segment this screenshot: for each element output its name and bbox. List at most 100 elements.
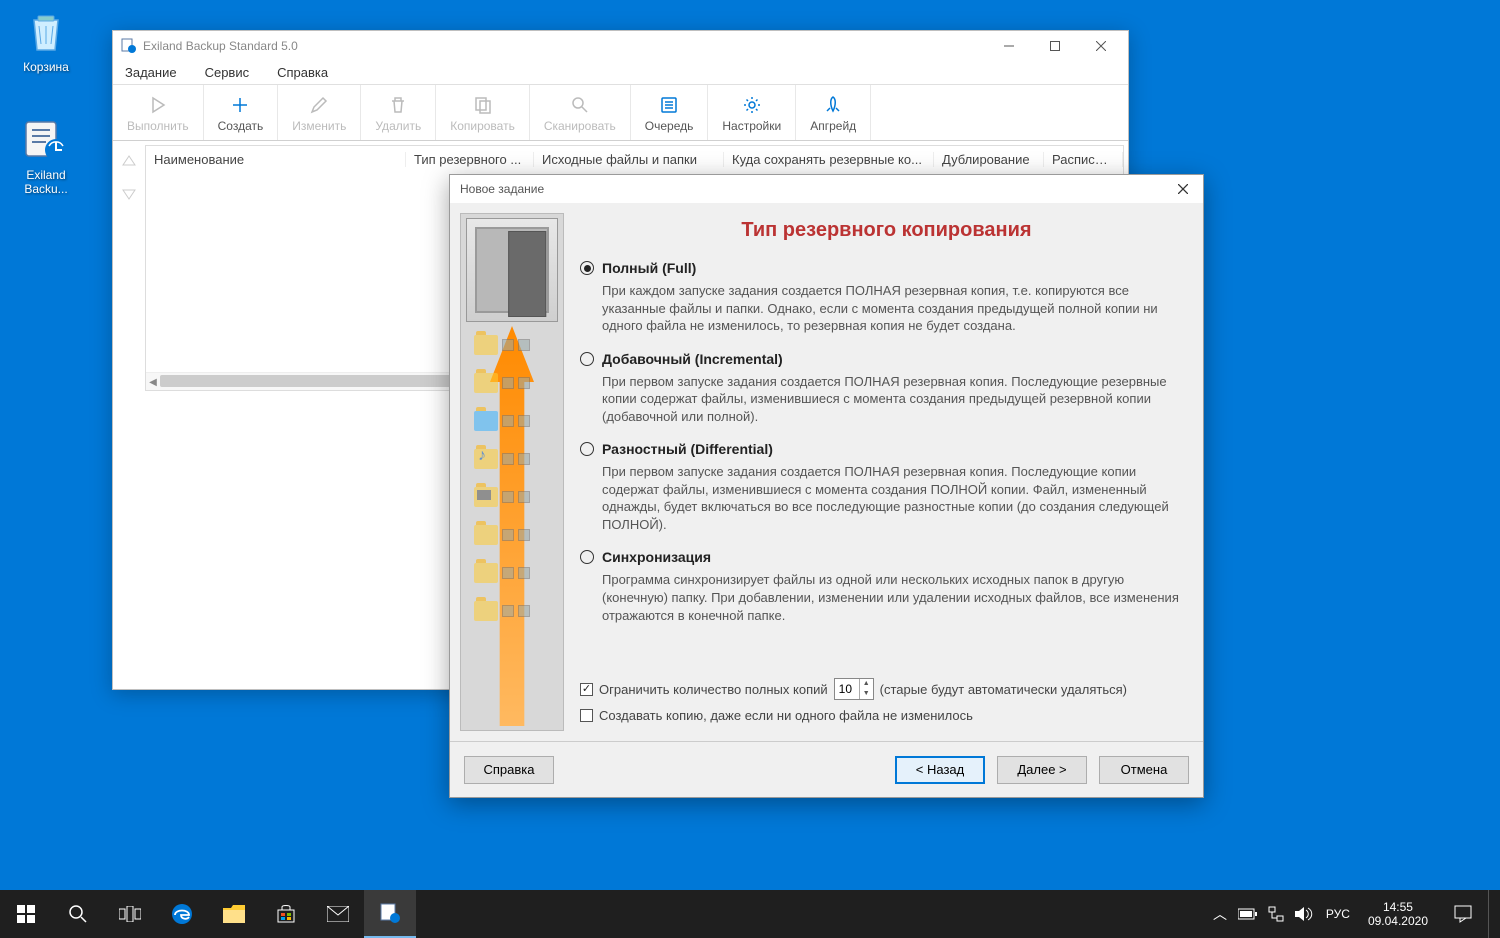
tray-notifications[interactable] bbox=[1438, 890, 1488, 938]
copy-icon bbox=[473, 93, 493, 117]
radio-full[interactable] bbox=[580, 261, 594, 275]
tray-clock[interactable]: 14:55 09.04.2020 bbox=[1358, 900, 1438, 929]
tray-language[interactable]: РУС bbox=[1318, 890, 1358, 938]
radio-sync[interactable] bbox=[580, 550, 594, 564]
show-desktop[interactable] bbox=[1488, 890, 1494, 938]
toolbar-queue[interactable]: Очередь bbox=[631, 85, 709, 140]
recycle-bin-icon bbox=[22, 8, 70, 56]
limit-spinner[interactable]: ▲▼ bbox=[834, 678, 874, 700]
list-icon bbox=[659, 93, 679, 117]
cancel-button[interactable]: Отмена bbox=[1099, 756, 1189, 784]
toolbar-scan[interactable]: Сканировать bbox=[530, 85, 631, 140]
taskbar-edge[interactable] bbox=[156, 890, 208, 938]
col-type[interactable]: Тип резервного ... bbox=[406, 152, 534, 167]
titlebar[interactable]: Exiland Backup Standard 5.0 bbox=[113, 31, 1128, 61]
scroll-left-icon[interactable]: ◀ bbox=[146, 373, 160, 391]
dialog-heading: Тип резервного копирования bbox=[580, 219, 1193, 242]
menubar: Задание Сервис Справка bbox=[113, 61, 1128, 85]
toolbar-create[interactable]: Создать bbox=[204, 85, 279, 140]
radio-incremental-label[interactable]: Добавочный (Incremental) bbox=[602, 351, 783, 367]
move-down-icon[interactable] bbox=[120, 184, 138, 207]
clock-date: 09.04.2020 bbox=[1368, 914, 1428, 928]
tray-chevron-icon[interactable]: ︿ bbox=[1206, 890, 1234, 938]
desktop-icon-recycle-bin[interactable]: Корзина bbox=[8, 8, 84, 74]
option-incremental: Добавочный (Incremental) При первом запу… bbox=[580, 351, 1193, 426]
toolbar-upgrade[interactable]: Апгрейд bbox=[796, 85, 871, 140]
toolbar-copy[interactable]: Копировать bbox=[436, 85, 530, 140]
taskbar-taskview[interactable] bbox=[104, 890, 156, 938]
maximize-button[interactable] bbox=[1032, 31, 1078, 61]
move-up-icon[interactable] bbox=[120, 153, 138, 176]
back-button[interactable]: < Назад bbox=[895, 756, 985, 784]
tray-volume-icon[interactable] bbox=[1290, 890, 1318, 938]
dialog-sidebar-image bbox=[460, 213, 564, 731]
search-icon bbox=[570, 93, 590, 117]
spinner-up-icon[interactable]: ▲ bbox=[860, 679, 873, 689]
option-sync: Синхронизация Программа синхронизирует ф… bbox=[580, 549, 1193, 624]
rocket-icon bbox=[823, 93, 843, 117]
tray-network-icon[interactable] bbox=[1262, 890, 1290, 938]
option-full-desc: При каждом запуске задания создается ПОЛ… bbox=[602, 282, 1193, 335]
start-button[interactable] bbox=[0, 890, 52, 938]
dialog-close-button[interactable] bbox=[1169, 177, 1197, 201]
checkbox-always-label[interactable]: Создавать копию, даже если ни одного фай… bbox=[599, 708, 973, 723]
menu-service[interactable]: Сервис bbox=[205, 65, 250, 80]
exiland-app-icon bbox=[22, 116, 70, 164]
toolbar-run[interactable]: Выполнить bbox=[113, 85, 204, 140]
taskbar-mail[interactable] bbox=[312, 890, 364, 938]
col-source[interactable]: Исходные файлы и папки bbox=[534, 152, 724, 167]
trash-icon bbox=[388, 93, 408, 117]
radio-sync-label[interactable]: Синхронизация bbox=[602, 549, 711, 565]
taskbar-exiland-app[interactable] bbox=[364, 890, 416, 938]
desktop-icon-label: Exiland Backu... bbox=[8, 168, 84, 197]
taskbar-search[interactable] bbox=[52, 890, 104, 938]
limit-input[interactable] bbox=[835, 682, 859, 696]
option-full: Полный (Full) При каждом запуске задания… bbox=[580, 260, 1193, 335]
gear-icon bbox=[742, 93, 762, 117]
toolbar-settings[interactable]: Настройки bbox=[708, 85, 796, 140]
taskbar-explorer[interactable] bbox=[208, 890, 260, 938]
new-task-dialog: Новое задание Тип резервного копирования… bbox=[449, 174, 1204, 798]
limit-suffix: (старые будут автоматически удаляться) bbox=[880, 682, 1127, 697]
radio-incremental[interactable] bbox=[580, 352, 594, 366]
col-dup[interactable]: Дублирование bbox=[934, 152, 1044, 167]
checkbox-limit-label[interactable]: Ограничить количество полных копий bbox=[599, 682, 828, 697]
taskbar-store[interactable] bbox=[260, 890, 312, 938]
toolbar-edit[interactable]: Изменить bbox=[278, 85, 361, 140]
col-dest[interactable]: Куда сохранять резервные ко... bbox=[724, 152, 934, 167]
tray-battery-icon[interactable] bbox=[1234, 890, 1262, 938]
window-title: Exiland Backup Standard 5.0 bbox=[143, 39, 986, 53]
menu-task[interactable]: Задание bbox=[125, 65, 177, 80]
column-headers: Наименование Тип резервного ... Исходные… bbox=[146, 146, 1123, 172]
radio-differential-label[interactable]: Разностный (Differential) bbox=[602, 441, 773, 457]
option-differential: Разностный (Differential) При первом зап… bbox=[580, 441, 1193, 533]
dialog-title: Новое задание bbox=[460, 182, 1169, 196]
clock-time: 14:55 bbox=[1368, 900, 1428, 914]
toolbar: Выполнить Создать Изменить Удалить Копир… bbox=[113, 85, 1128, 141]
option-sync-desc: Программа синхронизирует файлы из одной … bbox=[602, 571, 1193, 624]
spinner-down-icon[interactable]: ▼ bbox=[860, 689, 873, 699]
minimize-button[interactable] bbox=[986, 31, 1032, 61]
checkbox-always-create[interactable] bbox=[580, 709, 593, 722]
dialog-titlebar[interactable]: Новое задание bbox=[450, 175, 1203, 203]
play-icon bbox=[148, 93, 168, 117]
dialog-footer: Справка < Назад Далее > Отмена bbox=[450, 741, 1203, 797]
desktop-icon-exiland[interactable]: Exiland Backu... bbox=[8, 116, 84, 197]
plus-icon bbox=[230, 93, 250, 117]
reorder-arrows bbox=[113, 141, 145, 391]
taskbar: ︿ РУС 14:55 09.04.2020 bbox=[0, 890, 1500, 938]
menu-help[interactable]: Справка bbox=[277, 65, 328, 80]
radio-full-label[interactable]: Полный (Full) bbox=[602, 260, 696, 276]
radio-differential[interactable] bbox=[580, 442, 594, 456]
help-button[interactable]: Справка bbox=[464, 756, 554, 784]
col-schedule[interactable]: Расписани bbox=[1044, 152, 1123, 167]
toolbar-delete[interactable]: Удалить bbox=[361, 85, 436, 140]
option-incremental-desc: При первом запуске задания создается ПОЛ… bbox=[602, 373, 1193, 426]
checkbox-limit-copies[interactable] bbox=[580, 683, 593, 696]
app-icon bbox=[121, 38, 137, 54]
next-button[interactable]: Далее > bbox=[997, 756, 1087, 784]
close-button[interactable] bbox=[1078, 31, 1124, 61]
pencil-icon bbox=[309, 93, 329, 117]
col-name[interactable]: Наименование bbox=[146, 152, 406, 167]
safe-icon bbox=[466, 218, 558, 322]
